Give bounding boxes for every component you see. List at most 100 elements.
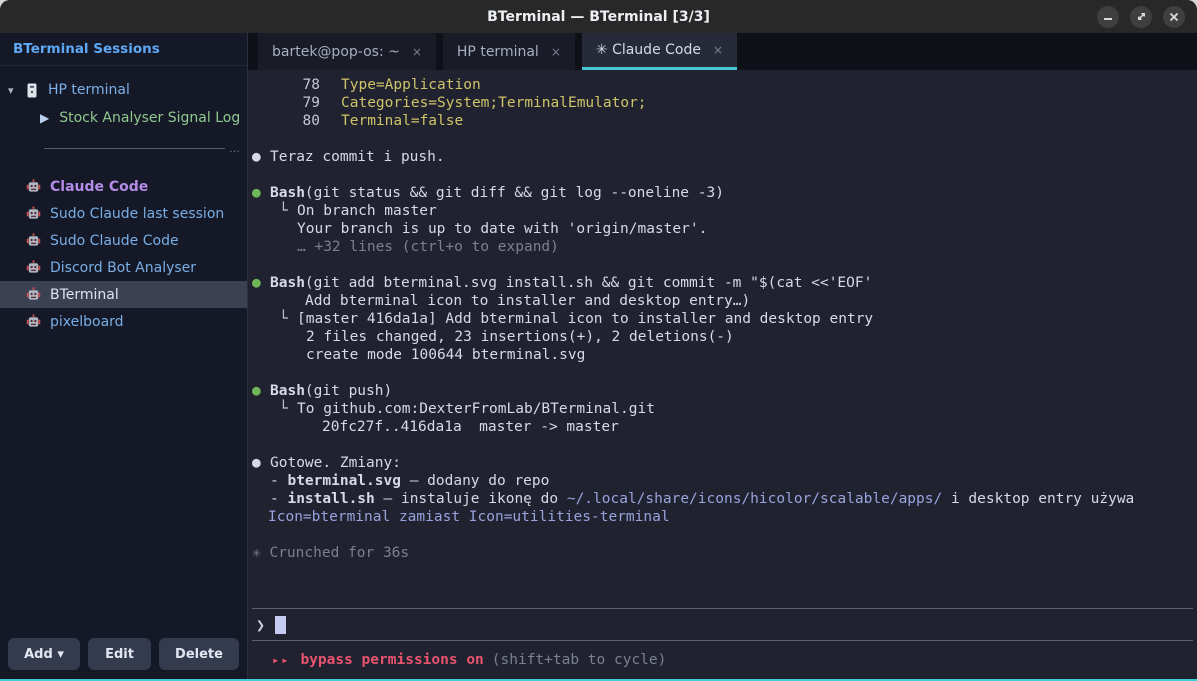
tab-close-icon[interactable]: × [412, 45, 422, 59]
sidebar-item-sudo-claude-code[interactable]: Sudo Claude Code [0, 227, 247, 254]
tree-item-hp-terminal[interactable]: ▾ HP terminal [0, 76, 247, 104]
terminal-line: - install.sh — instaluje ikonę do ~/.loc… [252, 490, 1193, 508]
session-list: Claude Code Sudo Claude last session Sud… [0, 173, 247, 335]
titlebar[interactable]: BTerminal — BTerminal [3/3] [0, 0, 1197, 33]
sidebar-item-pixelboard[interactable]: pixelboard [0, 308, 247, 335]
computer-icon [26, 83, 39, 98]
tree-item-label: HP terminal [48, 82, 130, 98]
sidebar-title: BTerminal Sessions [13, 41, 160, 57]
terminal-output[interactable]: 78Type=Application 79Categories=System;T… [252, 76, 1193, 608]
sidebar-item-label: Sudo Claude last session [50, 206, 224, 222]
tree-item-label: Stock Analyser Signal Log [59, 110, 240, 126]
sidebar-item-label: BTerminal [50, 287, 119, 303]
tab-bar: bartek@pop-os: ~ × HP terminal × ✳ Claud… [248, 33, 1197, 70]
terminal-line: create mode 100644 bterminal.svg [252, 346, 1193, 364]
terminal-line: ●Bash(git status && git diff && git log … [252, 184, 1193, 202]
minimize-button[interactable] [1097, 6, 1119, 28]
sidebar-divider: … [0, 132, 247, 159]
bash-block-1: ●Bash(git status && git diff && git log … [252, 184, 1193, 256]
status-block: ✳ Crunched for 36s [252, 544, 1193, 562]
tab-claude-code[interactable]: ✳ Claude Code × [582, 33, 737, 70]
window-title: BTerminal — BTerminal [3/3] [0, 9, 1197, 25]
robot-icon [26, 179, 41, 194]
bullet-icon: ● [252, 148, 270, 166]
bullet-icon: ● [252, 454, 270, 472]
tab-bartek-pop-os[interactable]: bartek@pop-os: ~ × [258, 33, 436, 70]
tab-close-icon[interactable]: × [713, 43, 723, 57]
session-tree: ▾ HP terminal ▶ Stock Analyser Signal Lo… [0, 66, 247, 159]
assistant-message: ●Teraz commit i push. [252, 148, 1193, 166]
cycle-hint: (shift+tab to cycle) [492, 652, 667, 668]
tab-hp-terminal[interactable]: HP terminal × [443, 33, 575, 70]
summary-block: ●Gotowe. Zmiany: - bterminal.svg — dodan… [252, 454, 1193, 526]
sidebar-header: BTerminal Sessions [0, 33, 247, 66]
terminal-line: 80Terminal=false [252, 112, 1193, 130]
sidebar-item-sudo-claude-last-session[interactable]: Sudo Claude last session [0, 200, 247, 227]
robot-icon [26, 233, 41, 248]
cursor-block [275, 616, 286, 634]
terminal-line: └To github.com:DexterFromLab/BTerminal.g… [252, 400, 1193, 418]
output-connector-icon: └ [252, 310, 297, 328]
terminal-line: Your branch is up to date with 'origin/m… [252, 220, 1193, 238]
permission-mode-label: bypass permissions on [300, 652, 483, 668]
terminal-line: 2 files changed, 23 insertions(+), 2 del… [252, 328, 1193, 346]
divider-line [44, 148, 225, 149]
close-button[interactable] [1163, 6, 1185, 28]
terminal-line: ●Teraz commit i push. [252, 148, 1193, 166]
maximize-button[interactable] [1130, 6, 1152, 28]
terminal-line: 20fc27f..416da1a master -> master [252, 418, 1193, 436]
terminal-line: 78Type=Application [252, 76, 1193, 94]
sidebar-item-label: Discord Bot Analyser [50, 260, 196, 276]
sidebar-item-bterminal[interactable]: BTerminal [0, 281, 247, 308]
bash-block-2: ●Bash(git add bterminal.svg install.sh &… [252, 274, 1193, 364]
permissions-status-bar[interactable]: ▸▸ bypass permissions on (shift+tab to c… [252, 641, 1193, 679]
app-window: BTerminal — BTerminal [3/3] [0, 0, 1197, 681]
terminal-line: └[master 416da1a] Add bterminal icon to … [252, 310, 1193, 328]
terminal-line: ●Bash(git add bterminal.svg install.sh &… [252, 274, 1193, 292]
close-icon [1169, 12, 1179, 22]
divider-dots-icon: … [229, 142, 241, 155]
terminal-line: Icon=bterminal zamiast Icon=utilities-te… [252, 508, 1193, 526]
bullet-icon: ● [252, 274, 270, 292]
minimize-icon [1103, 12, 1113, 22]
add-button[interactable]: Add ▾ [8, 638, 80, 670]
sidebar-item-discord-bot-analyser[interactable]: Discord Bot Analyser [0, 254, 247, 281]
bullet-icon: ● [252, 184, 270, 202]
terminal-line: └On branch master [252, 202, 1193, 220]
terminal-line: ●Gotowe. Zmiany: [252, 454, 1193, 472]
terminal-line: … +32 lines (ctrl+o to expand) [252, 238, 1193, 256]
play-icon: ▶ [40, 111, 49, 125]
delete-button[interactable]: Delete [159, 638, 239, 670]
chevron-down-icon[interactable]: ▾ [8, 84, 26, 97]
sidebar-item-label: Claude Code [50, 179, 148, 195]
tree-item-stock-analyser[interactable]: ▶ Stock Analyser Signal Log [0, 104, 247, 132]
sidebar-item-label: pixelboard [50, 314, 124, 330]
bullet-icon: ● [252, 382, 270, 400]
terminal-line: ●Bash(git push) [252, 382, 1193, 400]
tab-label: bartek@pop-os: ~ [272, 44, 400, 60]
edit-button[interactable]: Edit [88, 638, 151, 670]
status-line: ✳ Crunched for 36s [252, 544, 1193, 562]
tab-label: ✳ Claude Code [596, 42, 701, 58]
robot-icon [26, 206, 41, 221]
file-view-block: 78Type=Application 79Categories=System;T… [252, 76, 1193, 130]
robot-icon [26, 314, 41, 329]
robot-icon [26, 260, 41, 275]
terminal-pane[interactable]: 78Type=Application 79Categories=System;T… [248, 70, 1197, 679]
prompt-input[interactable]: ❯ [252, 608, 1193, 641]
output-connector-icon: └ [252, 202, 297, 220]
sidebar-item-claude-code[interactable]: Claude Code [0, 173, 247, 200]
terminal-line: - bterminal.svg — dodany do repo [252, 472, 1193, 490]
output-connector-icon: └ [252, 400, 297, 418]
tab-close-icon[interactable]: × [551, 45, 561, 59]
window-controls [1097, 6, 1197, 28]
terminal-line: Add bterminal icon to installer and desk… [252, 292, 1193, 310]
mode-arrows-icon: ▸▸ [272, 653, 290, 667]
sidebar-buttons: Add ▾ Edit Delete [0, 638, 247, 679]
maximize-icon [1136, 11, 1147, 22]
expand-hint: … +32 lines (ctrl+o to expand) [297, 239, 559, 255]
terminal-line: 79Categories=System;TerminalEmulator; [252, 94, 1193, 112]
sidebar-item-label: Sudo Claude Code [50, 233, 179, 249]
tab-label: HP terminal [457, 44, 539, 60]
prompt-chevron-icon: ❯ [256, 616, 265, 634]
